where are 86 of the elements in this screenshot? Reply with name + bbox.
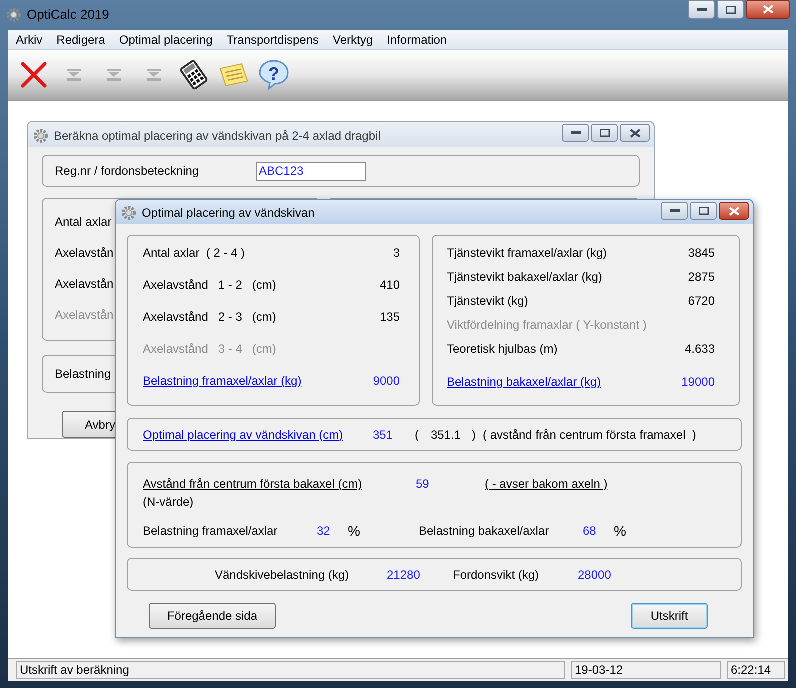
- field-value: 68: [583, 523, 598, 540]
- field-label: Axelavstån: [55, 245, 114, 262]
- field-label: Antal axlar: [55, 214, 112, 231]
- down-arrow-icon: [107, 69, 121, 81]
- field-value: 3: [393, 245, 400, 262]
- field-label: Tjänstevikt framaxel/axlar (kg): [447, 245, 608, 262]
- menu-item[interactable]: Optimal placering: [112, 30, 220, 50]
- field-value: 6720: [688, 293, 715, 310]
- field-value: 4.633: [684, 341, 715, 358]
- field-value: 28000: [578, 566, 612, 584]
- close-icon: [630, 128, 640, 138]
- status-panel: 6:22:14: [727, 661, 785, 679]
- field-label: Antal axlar ( 2 - 4 ): [143, 245, 246, 262]
- field-label: Axelavstånd 2 - 3 (cm): [143, 309, 276, 326]
- field-value: 410: [380, 277, 400, 294]
- field-label: Vändskivebelastning (kg): [215, 566, 350, 584]
- restore-icon: [698, 207, 708, 215]
- gear-icon: [6, 7, 22, 23]
- dialog-title: Beräkna optimal placering av vändskivan på 2-4 axlad dragbil: [54, 128, 381, 144]
- status-panel: Utskrift av beräkning: [16, 661, 565, 679]
- field-value: 32: [317, 523, 332, 540]
- menu-item[interactable]: Verktyg: [326, 30, 380, 50]
- unit-text: %: [614, 522, 626, 540]
- maximize-button[interactable]: [591, 124, 618, 142]
- close-button[interactable]: [620, 124, 650, 142]
- field-label: Viktfördelning framaxlar ( Y-konstant ): [447, 317, 647, 334]
- window-title: OptiCalc 2019: [27, 6, 110, 24]
- dialog-button[interactable]: Utskrift: [631, 603, 708, 629]
- field-label: Axelavstånd 1 - 2 (cm): [143, 277, 276, 294]
- field-label: Belastning: [55, 366, 112, 383]
- field-label: Axelavstån: [55, 307, 114, 324]
- field-value: 21280: [387, 566, 422, 584]
- field-link[interactable]: Belastning framaxel/axlar (kg): [143, 372, 302, 390]
- field-label: Axelavstån: [55, 276, 114, 293]
- field-value: 2875: [688, 269, 715, 286]
- restore-icon: [726, 6, 736, 14]
- dialog-title: Optimal placering av vändskivan: [142, 205, 315, 222]
- minimize-icon: [670, 209, 680, 213]
- field-value: 351.1: [431, 426, 462, 444]
- field-label: Reg.nr / fordonsbeteckning: [55, 163, 200, 180]
- field-value: 135: [380, 309, 400, 326]
- bracket-text: (: [415, 426, 420, 444]
- cross-icon: [21, 62, 47, 88]
- minimize-button[interactable]: [562, 124, 589, 142]
- bracket-text: ): [472, 426, 477, 444]
- menu-item[interactable]: Transportdispens: [220, 30, 326, 50]
- note-text: ( - avser bakom axeln ): [485, 476, 608, 493]
- field-value: 19000: [682, 374, 715, 391]
- field-label: Belastning framaxel/axlar: [143, 523, 279, 540]
- menu-item[interactable]: Information: [380, 30, 454, 50]
- field-label: Tjänstevikt bakaxel/axlar (kg): [447, 269, 602, 286]
- registration-input[interactable]: ABC123: [256, 162, 366, 180]
- field-label: (N-värde): [143, 494, 194, 511]
- field-label: Avstånd från centrum första bakaxel (cm): [143, 476, 364, 493]
- down-arrow-icon: [67, 69, 81, 81]
- unit-text: %: [348, 522, 362, 540]
- field-label: Belastning bakaxel/axlar: [419, 523, 550, 540]
- close-button[interactable]: [746, 0, 790, 19]
- menu-item[interactable]: Arkiv: [9, 30, 50, 50]
- field-value: 59: [416, 476, 430, 493]
- minimize-button[interactable]: [661, 202, 688, 220]
- restore-icon: [600, 129, 610, 137]
- note-icon: [219, 61, 249, 89]
- maximize-button[interactable]: [717, 0, 744, 19]
- minimize-icon: [696, 8, 706, 12]
- field-label: Tjänstevikt (kg): [447, 293, 528, 310]
- close-button[interactable]: [719, 202, 749, 220]
- note-text: ( avstånd från centrum första framaxel ): [483, 426, 696, 444]
- close-icon: [762, 5, 774, 14]
- gear-icon: [121, 205, 137, 221]
- status-panel: 19-03-12: [571, 661, 721, 679]
- field-label: Teoretisk hjulbas (m): [447, 341, 558, 358]
- field-label: Axelavstånd 3 - 4 (cm): [143, 341, 276, 358]
- maximize-button[interactable]: [690, 202, 717, 220]
- minimize-button[interactable]: [688, 0, 715, 19]
- minimize-icon: [570, 131, 580, 135]
- field-value: 351: [372, 426, 393, 444]
- field-label: Fordonsvikt (kg): [453, 566, 540, 584]
- menu-item[interactable]: Redigera: [50, 30, 112, 50]
- dialog-button[interactable]: Föregående sida: [149, 603, 276, 629]
- down-arrow-icon: [147, 69, 161, 81]
- gear-icon: [33, 128, 49, 144]
- field-value: 3845: [688, 245, 715, 262]
- field-link[interactable]: Belastning bakaxel/axlar (kg): [447, 373, 602, 391]
- field-value: 9000: [373, 373, 400, 390]
- close-icon: [728, 206, 740, 216]
